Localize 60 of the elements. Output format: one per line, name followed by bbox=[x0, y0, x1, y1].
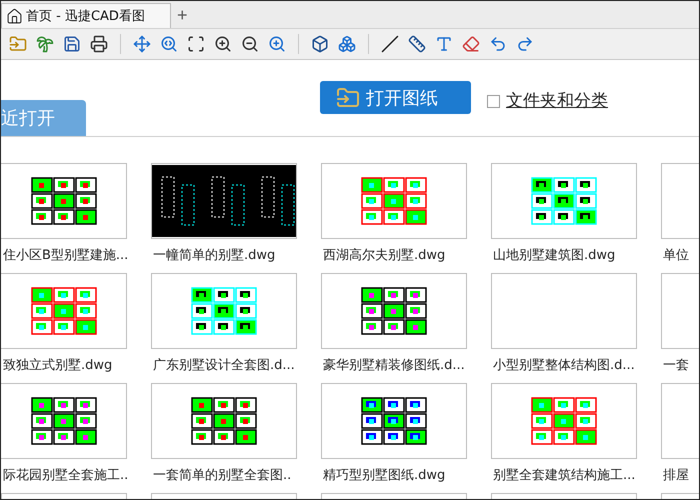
cad-thumbnail-drawing bbox=[30, 177, 96, 225]
redo-icon bbox=[516, 35, 534, 53]
dimension-icon bbox=[408, 35, 426, 53]
undo-icon bbox=[489, 35, 507, 53]
cube-icon bbox=[311, 35, 329, 53]
file-card[interactable] bbox=[321, 383, 467, 459]
dimension-button[interactable] bbox=[406, 33, 428, 55]
file-name: 致独立式别墅.dwg bbox=[2, 357, 114, 374]
file-name: 广东别墅设计全套图.d... bbox=[152, 357, 296, 374]
cad-thumbnail-drawing bbox=[30, 287, 96, 335]
home-icon bbox=[6, 8, 23, 24]
file-card[interactable] bbox=[1, 163, 127, 239]
eraser-icon bbox=[462, 35, 480, 53]
file-name: 豪华别墅精装修图纸.d... bbox=[322, 357, 466, 374]
cad-thumbnail-drawing bbox=[191, 397, 257, 445]
cad-thumbnail-drawing bbox=[30, 397, 96, 445]
file-name: 西湖高尔夫别墅.dwg bbox=[322, 247, 446, 264]
folder-checkbox[interactable] bbox=[487, 95, 500, 108]
printer-button[interactable] bbox=[88, 33, 110, 55]
file-name: 一幢简单的别墅.dwg bbox=[152, 247, 276, 264]
printer-icon bbox=[90, 35, 108, 53]
cad-thumbnail-drawing bbox=[361, 287, 427, 335]
cad-thumbnail-drawing bbox=[531, 177, 597, 225]
file-name: 小型别墅整体结构图.d... bbox=[492, 357, 636, 374]
file-card[interactable] bbox=[491, 163, 637, 239]
folder-icon bbox=[9, 35, 27, 53]
zoom-out-icon bbox=[241, 35, 259, 53]
save-icon bbox=[63, 35, 81, 53]
cad-thumbnail-drawing bbox=[361, 177, 427, 225]
cubes-button[interactable] bbox=[336, 33, 358, 55]
file-card[interactable] bbox=[321, 273, 467, 349]
cad-thumbnail-drawing bbox=[361, 397, 427, 445]
file-name: 一套简单的别墅全套图.. bbox=[152, 467, 292, 484]
cad-thumbnail-drawing bbox=[531, 397, 597, 445]
file-card[interactable] bbox=[1, 383, 127, 459]
line-icon bbox=[381, 35, 399, 53]
open-drawing-button[interactable]: 打开图纸 bbox=[320, 81, 471, 114]
file-name: 一套 bbox=[662, 357, 690, 374]
file-name: 别墅全套建筑结构施工... bbox=[492, 467, 636, 484]
file-name: 山地别墅建筑图.dwg bbox=[492, 247, 616, 264]
folder-icon bbox=[336, 86, 360, 110]
file-name: 单位 bbox=[662, 247, 690, 264]
cubes-icon bbox=[338, 35, 356, 53]
document-tab[interactable]: 首页 - 迅捷CAD看图 bbox=[1, 3, 171, 28]
palm-tree-icon bbox=[36, 35, 54, 53]
line-button[interactable] bbox=[379, 33, 401, 55]
zoom-in-icon bbox=[214, 35, 232, 53]
zoom-icon bbox=[160, 35, 178, 53]
file-name: 精巧型别墅图纸.dwg bbox=[322, 467, 446, 484]
file-name: 际花园别墅全套施工.. bbox=[2, 467, 127, 484]
text-icon bbox=[435, 35, 453, 53]
file-card[interactable] bbox=[151, 383, 297, 459]
move-button[interactable] bbox=[131, 33, 153, 55]
cad-thumbnail-drawing bbox=[191, 287, 257, 335]
move-icon bbox=[133, 35, 151, 53]
file-card[interactable] bbox=[151, 273, 297, 349]
new-tab-button[interactable]: + bbox=[171, 3, 194, 28]
file-name: 排屋 bbox=[662, 467, 690, 484]
folder-category-link[interactable]: 文件夹和分类 bbox=[506, 89, 608, 112]
file-name: 住小区B型别墅建施... bbox=[2, 247, 127, 264]
